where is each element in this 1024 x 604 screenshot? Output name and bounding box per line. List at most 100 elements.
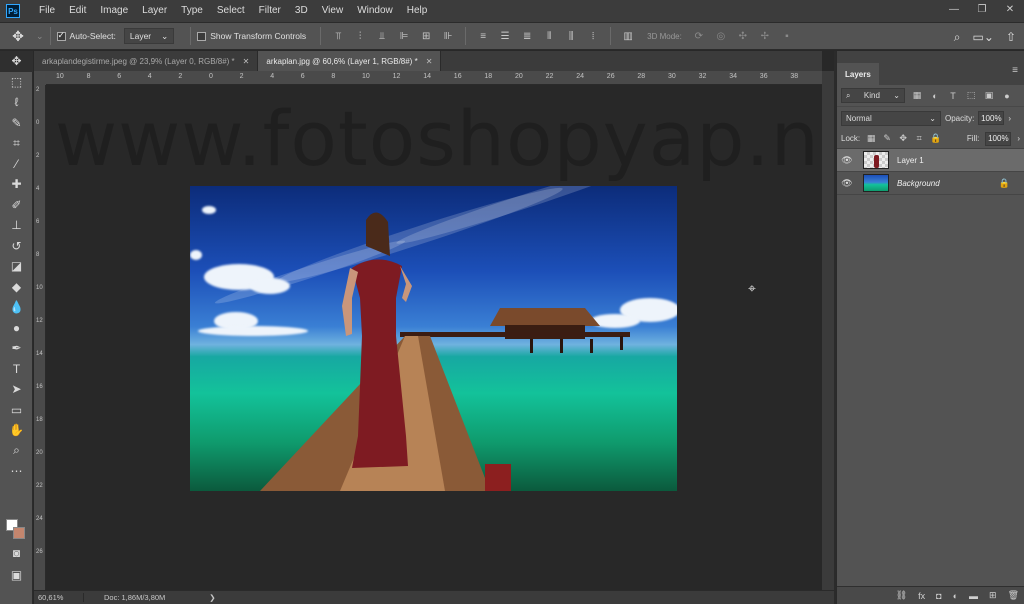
document-tab[interactable]: arkaplandegistirme.jpeg @ 23,9% (Layer 0… — [34, 51, 259, 71]
vertical-scrollbar[interactable] — [822, 71, 834, 590]
layer-style-fx-icon[interactable]: fx — [918, 591, 925, 601]
3d-slide-icon[interactable]: ✢ — [757, 29, 773, 43]
pen-tool-icon[interactable]: ✒ — [0, 338, 33, 359]
chevron-right-icon[interactable]: › — [1017, 134, 1020, 143]
eraser-tool-icon[interactable]: ◪ — [0, 256, 33, 277]
menu-view[interactable]: View — [315, 0, 351, 22]
lasso-tool-icon[interactable]: ℓ — [0, 92, 33, 113]
chevron-down-icon[interactable]: ⌄ — [36, 31, 44, 42]
3d-pan-icon[interactable]: ✣ — [735, 29, 751, 43]
zoom-tool-icon[interactable]: ⌕ — [0, 441, 33, 462]
move-tool-preset-icon[interactable]: ✥ — [0, 28, 36, 45]
3d-rotate-icon[interactable]: ⟳ — [691, 29, 707, 43]
menu-type[interactable]: Type — [174, 0, 210, 22]
filter-type-icon[interactable]: T — [947, 91, 959, 101]
opacity-input[interactable]: 100% — [978, 111, 1005, 125]
eyedropper-tool-icon[interactable]: ⁄ — [0, 154, 33, 175]
distribute-vertical-center-icon[interactable]: ☰ — [497, 29, 513, 43]
auto-align-icon[interactable]: ▥ — [620, 29, 636, 43]
link-layers-icon[interactable]: ⛓ — [896, 590, 907, 601]
menu-image[interactable]: Image — [93, 0, 135, 22]
layers-tab[interactable]: Layers — [837, 63, 879, 85]
fill-input[interactable]: 100% — [985, 131, 1012, 146]
hand-tool-icon[interactable]: ✋ — [0, 420, 33, 441]
distribute-bottom-icon[interactable]: ≣ — [519, 29, 535, 43]
auto-select-target-dropdown[interactable]: Layer ⌄ — [123, 28, 175, 44]
distribute-right-icon[interactable]: ⦙ — [585, 29, 601, 43]
adjustment-layer-icon[interactable]: ◐ — [953, 591, 958, 601]
layer-name[interactable]: Background — [897, 179, 940, 188]
layer-row-background[interactable]: 👁 Background 🔒 — [837, 172, 1024, 195]
close-icon[interactable]: ✕ — [243, 57, 250, 66]
menu-3d[interactable]: 3D — [288, 0, 315, 22]
move-tool-icon[interactable]: ✥ — [0, 51, 33, 72]
filter-adjustment-icon[interactable]: ◐ — [929, 91, 941, 101]
menu-help[interactable]: Help — [400, 0, 435, 22]
align-horizontal-center-icon[interactable]: ⊞ — [418, 29, 434, 43]
align-right-icon[interactable]: ⊪ — [440, 29, 456, 43]
3d-roll-icon[interactable]: ◎ — [713, 29, 729, 43]
edit-toolbar-icon[interactable]: ⋯ — [0, 461, 33, 482]
close-icon[interactable]: ✕ — [426, 57, 433, 66]
minimize-button[interactable]: — — [940, 0, 968, 22]
align-bottom-icon[interactable]: ⫫ — [374, 29, 390, 43]
lock-image-pixels-icon[interactable]: ✎ — [882, 133, 892, 144]
lock-transparent-pixels-icon[interactable]: ▦ — [866, 133, 876, 144]
lock-position-icon[interactable]: ✥ — [898, 133, 908, 144]
ruler-origin[interactable] — [34, 71, 46, 85]
checkbox-checked-icon[interactable] — [56, 30, 66, 41]
checkbox-icon[interactable] — [197, 31, 207, 41]
paint-bucket-tool-icon[interactable]: ◆ — [0, 277, 33, 298]
document-image[interactable] — [190, 186, 677, 491]
new-group-icon[interactable]: ▬ — [969, 591, 978, 601]
auto-select-checkbox[interactable]: Auto-Select: — [56, 30, 116, 41]
visibility-eye-icon[interactable]: 👁 — [837, 178, 857, 189]
distribute-horizontal-center-icon[interactable]: ⫼ — [563, 29, 579, 43]
blur-tool-icon[interactable]: 💧 — [0, 297, 33, 318]
crop-tool-icon[interactable]: ⌗ — [0, 133, 33, 154]
type-tool-icon[interactable]: T — [0, 359, 33, 380]
path-selection-tool-icon[interactable]: ➤ — [0, 379, 33, 400]
align-top-icon[interactable]: ⫪ — [330, 29, 346, 43]
rectangle-tool-icon[interactable]: ▭ — [0, 400, 33, 421]
distribute-top-icon[interactable]: ≡ — [475, 29, 491, 43]
chevron-right-icon[interactable]: › — [1008, 114, 1011, 123]
zoom-level[interactable]: 60,61% — [34, 593, 84, 602]
distribute-left-icon[interactable]: ⦀ — [541, 29, 557, 43]
healing-brush-tool-icon[interactable]: ✚ — [0, 174, 33, 195]
filter-kind-dropdown[interactable]: ⌕ Kind ⌄ — [841, 88, 905, 103]
dodge-tool-icon[interactable]: ● — [0, 318, 33, 339]
show-transform-controls-checkbox[interactable]: Show Transform Controls — [197, 31, 306, 41]
menu-layer[interactable]: Layer — [135, 0, 174, 22]
add-mask-icon[interactable]: ◘ — [936, 591, 941, 601]
search-icon[interactable]: ⌕ — [954, 30, 961, 45]
layer-name[interactable]: Layer 1 — [897, 156, 924, 165]
share-icon[interactable]: ⇧ — [1006, 30, 1016, 44]
align-left-icon[interactable]: ⊫ — [396, 29, 412, 43]
screen-mode-icon[interactable]: ▣ — [0, 565, 33, 586]
new-layer-icon[interactable]: ⊞ — [989, 590, 997, 601]
lock-all-icon[interactable]: 🔒 — [930, 133, 941, 144]
history-brush-tool-icon[interactable]: ↺ — [0, 236, 33, 257]
filter-smart-object-icon[interactable]: ▣ — [983, 90, 995, 101]
rectangular-marquee-tool-icon[interactable]: ⬚ — [0, 72, 33, 93]
layer-row-layer-1[interactable]: 👁 Layer 1 — [837, 149, 1024, 172]
menu-select[interactable]: Select — [210, 0, 252, 22]
close-window-button[interactable]: ✕ — [996, 0, 1024, 22]
horizontal-ruler[interactable]: 10 8 6 4 2 0 2 4 6 8 10 12 14 16 18 20 22 24 26 28 30 32 34 36 3… — [46, 71, 822, 85]
visibility-eye-icon[interactable]: 👁 — [837, 155, 857, 166]
restore-button[interactable]: ❐ — [968, 0, 996, 22]
quick-selection-tool-icon[interactable]: ✎ — [0, 113, 33, 134]
clone-stamp-tool-icon[interactable]: ⊥ — [0, 215, 33, 236]
3d-scale-icon[interactable]: ▪ — [779, 29, 795, 43]
menu-filter[interactable]: Filter — [252, 0, 288, 22]
background-color-swatch[interactable] — [13, 527, 25, 539]
status-menu-arrow-icon[interactable]: ❯ — [209, 593, 215, 602]
menu-edit[interactable]: Edit — [62, 0, 93, 22]
panel-menu-icon[interactable]: ≡ — [1012, 65, 1018, 76]
align-vertical-center-icon[interactable]: ⫶ — [352, 29, 368, 43]
brush-tool-icon[interactable]: ✐ — [0, 195, 33, 216]
blend-mode-dropdown[interactable]: Normal ⌄ — [841, 110, 941, 126]
document-tab-active[interactable]: arkaplan.jpg @ 60,6% (Layer 1, RGB/8#) *… — [258, 51, 442, 71]
filter-toggle-icon[interactable]: ● — [1001, 91, 1013, 101]
